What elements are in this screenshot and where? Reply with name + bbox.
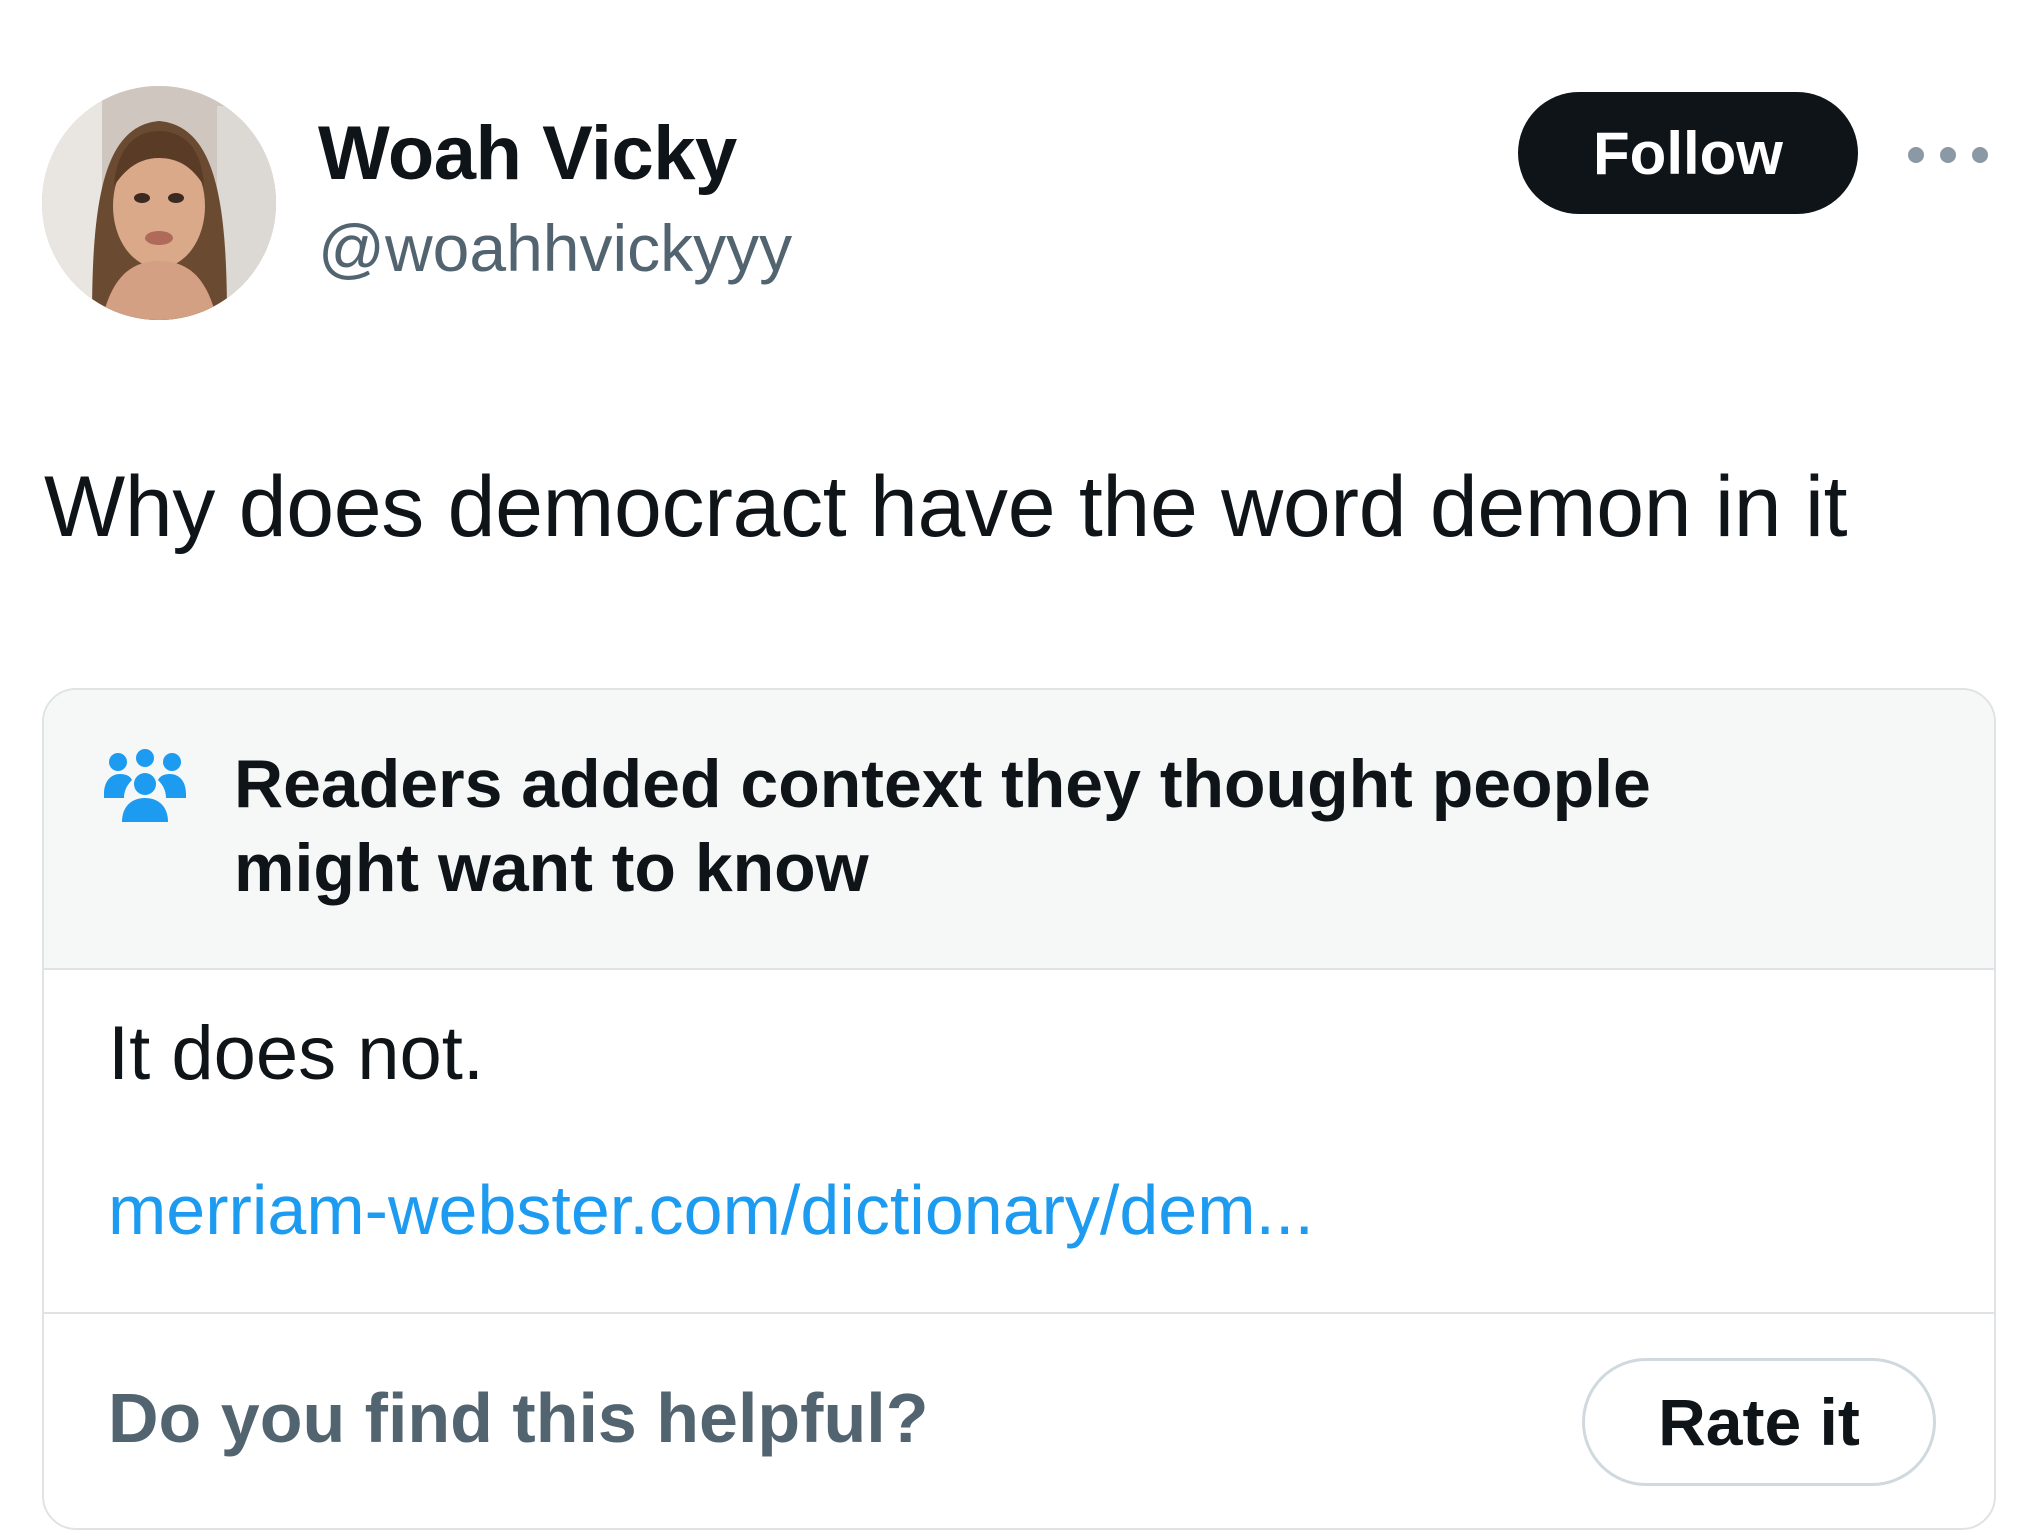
community-note-body: It does not. xyxy=(108,1011,485,1096)
source-link[interactable]: merriam-webster.com/dictionary/dem... xyxy=(108,1170,1314,1250)
rate-it-button[interactable]: Rate it xyxy=(1582,1358,1936,1486)
dot xyxy=(1940,147,1956,163)
people-icon xyxy=(104,749,186,822)
community-note-header: Readers added context they thought peopl… xyxy=(44,690,1994,970)
community-note-card: Readers added context they thought peopl… xyxy=(42,688,1996,1530)
profile-photo xyxy=(42,86,276,320)
dot xyxy=(1908,147,1924,163)
more-horizontal-icon[interactable] xyxy=(1908,140,1988,170)
tweet-text: Why does democract have the word demon i… xyxy=(44,459,1848,555)
helpful-question: Do you find this helpful? xyxy=(108,1379,929,1457)
divider xyxy=(44,1312,1994,1314)
community-note-title: Readers added context they thought peopl… xyxy=(234,746,1651,906)
avatar[interactable] xyxy=(42,86,276,320)
dot xyxy=(1972,147,1988,163)
follow-button[interactable]: Follow xyxy=(1518,92,1858,214)
user-handle[interactable]: @woahhvickyyy xyxy=(318,210,792,286)
display-name[interactable]: Woah Vicky xyxy=(318,110,737,197)
